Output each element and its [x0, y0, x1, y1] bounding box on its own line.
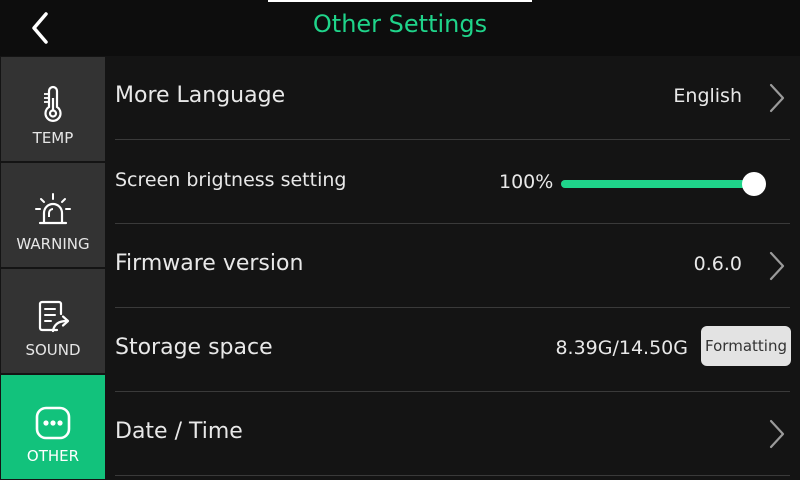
- formatting-button[interactable]: Formatting: [701, 326, 791, 366]
- row-storage-space: Storage space 8.39G/14.50G Formatting: [115, 308, 791, 392]
- sidebar-item-label: OTHER: [26, 447, 80, 465]
- sidebar-item-sound[interactable]: SOUND: [1, 269, 105, 373]
- page-title: Other Settings: [312, 10, 488, 38]
- row-label: Screen brigtness setting: [115, 169, 347, 191]
- header-bar: Other Settings: [0, 0, 800, 56]
- brightness-value: 100%: [499, 171, 554, 193]
- slider-fill: [561, 180, 754, 188]
- more-dots-icon: [33, 403, 73, 443]
- row-label: More Language: [115, 83, 286, 108]
- top-indicator: [268, 0, 532, 2]
- sidebar-item-temp[interactable]: TEMP: [1, 57, 105, 161]
- row-screen-brightness: Screen brigtness setting 100%: [115, 140, 790, 224]
- sidebar-item-other[interactable]: OTHER: [1, 375, 105, 479]
- thermometer-icon: [33, 85, 73, 125]
- row-label: Date / Time: [115, 419, 243, 444]
- sidebar-item-label: TEMP: [32, 129, 74, 147]
- row-date-time[interactable]: Date / Time: [115, 392, 790, 476]
- slider-knob[interactable]: [742, 172, 766, 196]
- document-share-icon: [33, 297, 73, 337]
- sidebar-item-label: SOUND: [25, 341, 81, 359]
- siren-icon: [33, 191, 73, 231]
- chevron-right-icon[interactable]: [764, 82, 788, 114]
- firmware-value: 0.6.0: [693, 253, 742, 275]
- sidebar-item-warning[interactable]: WARNING: [1, 163, 105, 267]
- language-value: English: [673, 85, 742, 107]
- settings-list: More Language English Screen brigtness s…: [106, 56, 800, 480]
- sidebar-item-label: WARNING: [16, 235, 90, 253]
- brightness-slider[interactable]: [561, 172, 766, 196]
- chevron-right-icon[interactable]: [764, 418, 788, 450]
- chevron-right-icon[interactable]: [764, 250, 788, 282]
- row-firmware-version[interactable]: Firmware version 0.6.0: [115, 224, 790, 308]
- row-more-language[interactable]: More Language English: [115, 56, 790, 140]
- row-label: Firmware version: [115, 251, 304, 276]
- sidebar: TEMP WARNING SOUND OTHER: [0, 56, 106, 480]
- storage-value: 8.39G/14.50G: [555, 337, 688, 359]
- row-label: Storage space: [115, 335, 273, 360]
